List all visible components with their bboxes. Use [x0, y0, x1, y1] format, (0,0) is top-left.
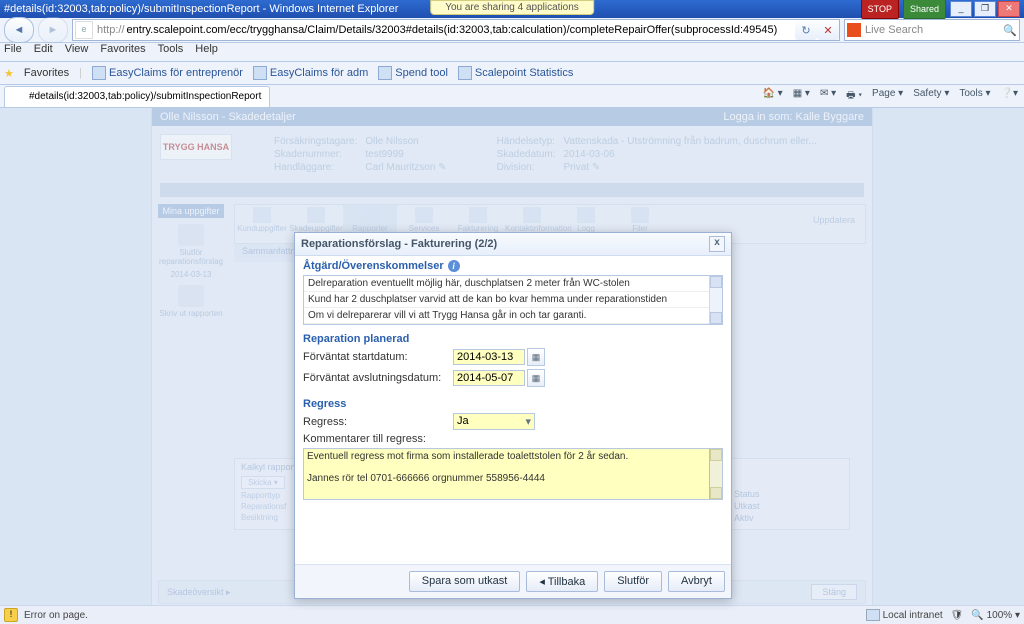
- favorites-star-icon[interactable]: ★: [4, 67, 14, 80]
- favbar-link-3[interactable]: Scalepoint Statistics: [458, 66, 573, 80]
- page-icon: [92, 66, 106, 80]
- search-box[interactable]: Live Search 🔍: [844, 19, 1020, 41]
- page-viewport: Olle Nilsson - Skadedetaljer Logga in so…: [0, 108, 1024, 610]
- favorites-bar: ★ Favorites | EasyClaims för entreprenör…: [0, 62, 1024, 85]
- sharing-banner: You are sharing 4 applications: [430, 0, 594, 15]
- protected-mode-icon[interactable]: 🛡: [951, 610, 964, 621]
- search-go-button[interactable]: 🔍: [1003, 24, 1017, 37]
- back-button[interactable]: ◂ Tillbaka: [526, 571, 598, 592]
- start-date-label: Förväntat startdatum:: [303, 351, 453, 363]
- repair-modal: Reparationsförslag - Fakturering (2/2) x…: [294, 232, 732, 599]
- warning-icon[interactable]: !: [4, 608, 18, 622]
- regress-label: Regress:: [303, 416, 453, 428]
- modal-header: Reparationsförslag - Fakturering (2/2) x: [295, 233, 731, 256]
- scrollbar[interactable]: [709, 276, 722, 324]
- url-protocol: http://: [95, 24, 125, 36]
- modal-close-button[interactable]: x: [709, 236, 725, 252]
- search-placeholder: Live Search: [865, 24, 923, 36]
- cmd-tools[interactable]: Tools ▾: [959, 88, 990, 105]
- cmd-feed[interactable]: ▦ ▾: [793, 88, 810, 105]
- ie-menu-bar: File Edit View Favorites Tools Help: [0, 43, 1024, 62]
- scrollbar[interactable]: [709, 449, 722, 499]
- zoom-level[interactable]: 🔍 100% ▾: [971, 610, 1020, 621]
- cmd-safety[interactable]: Safety ▾: [913, 88, 949, 105]
- agreement-listbox[interactable]: Delreparation eventuellt möjlig här, dus…: [303, 275, 723, 325]
- address-input[interactable]: [125, 24, 795, 36]
- page-icon: [253, 66, 267, 80]
- cmd-help[interactable]: ❔▾: [1001, 88, 1018, 105]
- cmd-home[interactable]: 🏠 ▾: [762, 88, 782, 105]
- ie-nav-bar: ◄ ► e http:// ↻ ✕ Live Search 🔍: [0, 18, 1024, 43]
- back-button[interactable]: ◄: [4, 17, 34, 43]
- save-draft-button[interactable]: Spara som utkast: [409, 571, 521, 592]
- ie-command-bar: 🏠 ▾ ▦ ▾ ✉ ▾ 🖶 ▾ Page ▾ Safety ▾ Tools ▾ …: [762, 88, 1024, 105]
- favbar-link-1[interactable]: EasyClaims för adm: [253, 66, 368, 80]
- regress-comment-text: Eventuell regress mot firma som installe…: [307, 451, 628, 484]
- start-date-input[interactable]: 2014-03-13: [453, 349, 525, 365]
- forward-button[interactable]: ►: [38, 17, 68, 43]
- end-date-label: Förväntat avslutningsdatum:: [303, 372, 453, 384]
- modal-button-bar: Spara som utkast ◂ Tillbaka Slutför Avbr…: [295, 564, 731, 598]
- list-item: Delreparation eventuellt möjlig här, dus…: [304, 276, 722, 292]
- browser-tab[interactable]: #details(id:32003,tab:policy)/submitInsp…: [4, 86, 270, 107]
- section-planned-title: Reparation planerad: [303, 333, 723, 345]
- menu-tools[interactable]: Tools: [158, 43, 184, 61]
- chevron-down-icon: ▾: [525, 415, 531, 428]
- cmd-mail[interactable]: ✉ ▾: [820, 88, 836, 105]
- regress-value: Ja: [457, 415, 469, 428]
- favbar-link-0[interactable]: EasyClaims för entreprenör: [92, 66, 243, 80]
- menu-help[interactable]: Help: [195, 43, 218, 61]
- list-item: Kund har 2 duschplatser varvid att de ka…: [304, 292, 722, 308]
- page-favicon-icon: e: [75, 21, 93, 39]
- ie-status-bar: ! Error on page. Local intranet 🛡 🔍 100%…: [0, 605, 1024, 624]
- menu-favorites[interactable]: Favorites: [100, 43, 145, 61]
- cmd-print[interactable]: 🖶 ▾: [846, 88, 862, 105]
- regress-comment-label: Kommentarer till regress:: [303, 433, 426, 445]
- regress-select[interactable]: Ja ▾: [453, 413, 535, 430]
- close-button[interactable]: ✕: [998, 1, 1020, 17]
- section-regress-title: Regress: [303, 398, 723, 410]
- section-agreement-title: Åtgärd/Överenskommelser i: [303, 260, 723, 272]
- regress-comment-textarea[interactable]: Eventuell regress mot firma som installe…: [303, 448, 723, 500]
- computer-icon: [866, 609, 880, 621]
- refresh-button[interactable]: ↻: [795, 20, 817, 40]
- cmd-page[interactable]: Page ▾: [872, 88, 903, 105]
- tab-label: #details(id:32003,tab:policy)/submitInsp…: [29, 87, 261, 107]
- search-provider-icon: [847, 23, 861, 37]
- sharing-shared-pill: Shared: [903, 0, 946, 19]
- security-zone[interactable]: Local intranet: [866, 609, 943, 621]
- modal-title: Reparationsförslag - Fakturering (2/2): [301, 238, 497, 250]
- menu-view[interactable]: View: [65, 43, 89, 61]
- info-icon[interactable]: i: [448, 260, 460, 272]
- address-bar[interactable]: e http:// ↻ ✕: [72, 19, 840, 41]
- cancel-button[interactable]: Avbryt: [668, 571, 725, 592]
- favbar-link-2[interactable]: Spend tool: [378, 66, 448, 80]
- page-icon: [378, 66, 392, 80]
- page-icon: [458, 66, 472, 80]
- window-title: #details(id:32003,tab:policy)/submitInsp…: [4, 0, 398, 18]
- stop-loading-button[interactable]: ✕: [817, 20, 839, 40]
- calendar-icon[interactable]: ▦: [527, 369, 545, 387]
- finish-button[interactable]: Slutför: [604, 571, 662, 592]
- calendar-icon[interactable]: ▦: [527, 348, 545, 366]
- menu-file[interactable]: File: [4, 43, 22, 61]
- status-text: Error on page.: [24, 610, 88, 621]
- ie-tab-row: #details(id:32003,tab:policy)/submitInsp…: [0, 85, 1024, 108]
- tab-favicon-icon: [13, 91, 25, 103]
- sharing-stop-pill[interactable]: STOP: [861, 0, 899, 19]
- list-item: Om vi delreparerar vill vi att Trygg Han…: [304, 308, 722, 324]
- end-date-input[interactable]: 2014-05-07: [453, 370, 525, 386]
- favorites-label[interactable]: Favorites: [24, 67, 69, 79]
- menu-edit[interactable]: Edit: [34, 43, 53, 61]
- restore-button[interactable]: ❐: [974, 1, 996, 17]
- minimize-button[interactable]: _: [950, 1, 972, 17]
